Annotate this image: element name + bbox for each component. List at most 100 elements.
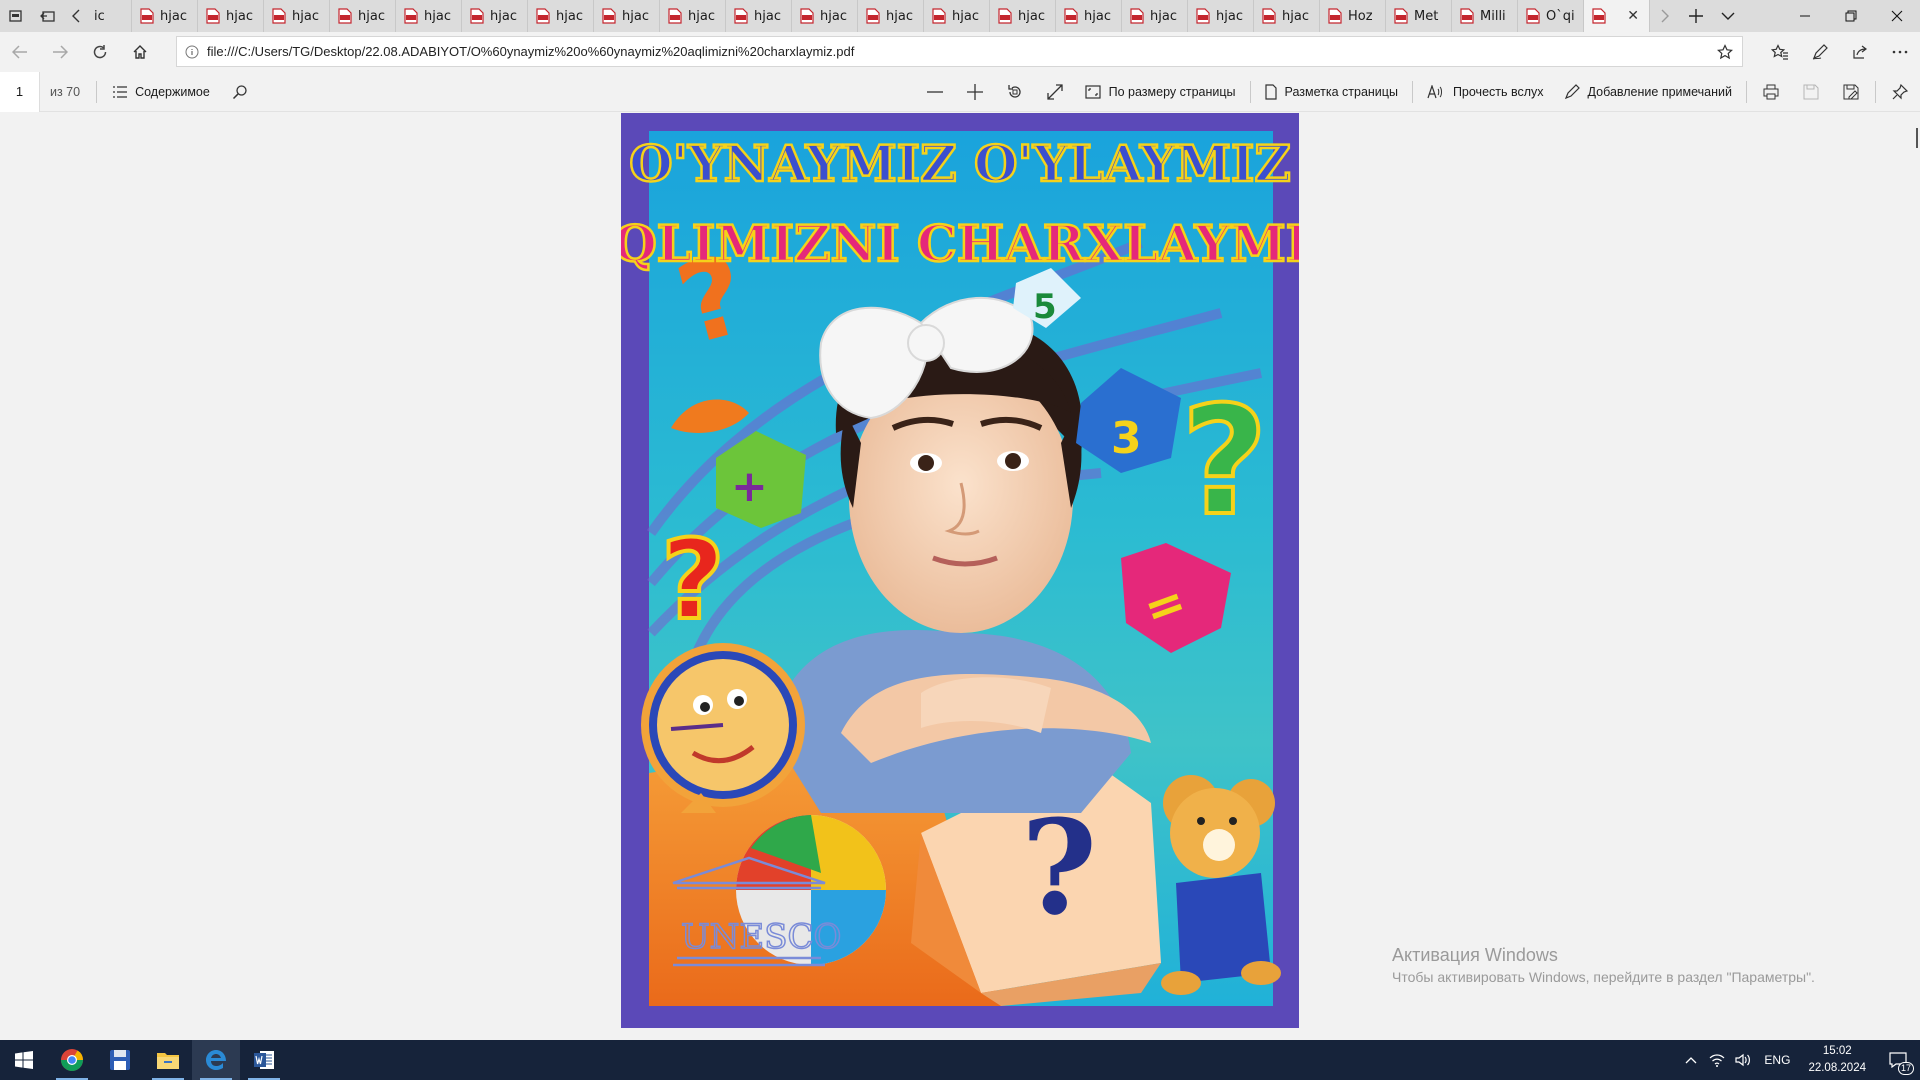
pdf-icon [800,8,814,24]
scrollbar-thumb[interactable] [1916,128,1918,148]
zoom-in-icon[interactable] [955,72,995,112]
tab[interactable]: Met [1386,0,1452,32]
fit-page-label: По размеру страницы [1108,85,1236,99]
tab[interactable]: hjac [132,0,198,32]
more-menu-icon[interactable] [1880,32,1920,72]
pdf-icon [206,8,220,24]
contents-list-icon [113,85,128,98]
minimize-icon[interactable] [1782,0,1828,32]
language-indicator[interactable]: ENG [1756,1053,1798,1067]
set-aside-tabs-icon[interactable] [0,0,32,32]
search-icon[interactable] [220,72,260,112]
windows-activation-watermark: Активация Windows Чтобы активировать Win… [1392,945,1815,985]
back-icon[interactable] [0,32,40,72]
close-window-icon[interactable] [1874,0,1920,32]
refresh-icon[interactable] [80,32,120,72]
tab[interactable]: hjac [726,0,792,32]
print-icon[interactable] [1751,72,1791,112]
tab[interactable]: hjac [660,0,726,32]
pin-toolbar-icon[interactable] [1880,72,1920,112]
url-field[interactable]: file:///C:/Users/TG/Desktop/22.08.ADABIY… [176,36,1743,67]
tab[interactable]: hjac [330,0,396,32]
tab-label: Met [1414,8,1439,24]
tab[interactable]: hjac [1122,0,1188,32]
tab-label: hjac [952,8,979,24]
favorites-hub-icon[interactable] [1760,32,1800,72]
share-icon[interactable] [1840,32,1880,72]
tab[interactable]: hjac [924,0,990,32]
tab[interactable]: O`qi [1518,0,1584,32]
save-as-icon[interactable] [1831,72,1871,112]
action-center-icon[interactable]: 17 [1876,1040,1920,1080]
tab-label: hjac [1150,8,1177,24]
read-aloud-icon [1427,85,1442,99]
tab[interactable]: hjac [462,0,528,32]
page-number-input[interactable]: 1 [0,71,40,112]
word-icon[interactable] [240,1040,288,1080]
favorite-star-icon[interactable] [1708,43,1742,60]
tab[interactable]: Hoz [1320,0,1386,32]
restore-icon[interactable] [1828,0,1874,32]
tab-scroll-right-icon[interactable] [1650,0,1680,32]
web-note-pen-icon[interactable] [1800,32,1840,72]
tab-label: hjac [754,8,781,24]
close-tab-icon[interactable]: ✕ [1627,8,1639,24]
pdf-icon [668,8,682,24]
rotate-icon[interactable] [995,72,1035,112]
chevron-up-icon[interactable] [1678,1040,1704,1080]
pdf-viewport[interactable]: ? UNESCO ? ? ? 5 3 + = O'YNAYMIZ O'YLAYM… [0,113,1920,1040]
add-notes-button[interactable]: Добавление примечаний [1554,72,1742,112]
contents-label: Содержимое [135,84,210,99]
start-icon[interactable] [0,1040,48,1080]
fit-to-page-button[interactable]: По размеру страницы [1075,72,1246,112]
pdf-icon [1526,8,1540,24]
site-info-icon[interactable] [177,45,207,59]
tab-scroll-left-icon[interactable] [64,0,88,32]
save-icon[interactable] [1791,72,1831,112]
page-layout-label: Разметка страницы [1284,85,1398,99]
pdf-icon [470,8,484,24]
tab[interactable]: hjac [528,0,594,32]
divider [1746,81,1747,103]
zoom-out-icon[interactable] [915,72,955,112]
tab[interactable]: hjac [396,0,462,32]
new-tab-icon[interactable] [1680,0,1712,32]
tab[interactable]: hjac [1254,0,1320,32]
tab-label: hjac [1282,8,1309,24]
tab[interactable]: hjac [264,0,330,32]
tab[interactable]: ic [88,0,132,32]
home-icon[interactable] [120,32,160,72]
tab[interactable]: hjac [990,0,1056,32]
tab[interactable]: hjac [858,0,924,32]
tab[interactable]: hjac [1188,0,1254,32]
tab[interactable]: hjac [792,0,858,32]
tab-label: hjac [1216,8,1243,24]
read-aloud-label: Прочесть вслух [1452,85,1544,99]
clock[interactable]: 15:02 22.08.2024 [1798,1043,1876,1077]
tab[interactable]: hjac [1056,0,1122,32]
edge-icon[interactable] [192,1040,240,1080]
contents-button[interactable]: Содержимое [103,72,220,112]
tab[interactable]: Milli [1452,0,1518,32]
save-app-icon[interactable] [96,1040,144,1080]
url-text[interactable]: file:///C:/Users/TG/Desktop/22.08.ADABIY… [207,44,1708,59]
volume-icon[interactable] [1730,1040,1756,1080]
chrome-icon[interactable] [48,1040,96,1080]
cover-title-line1: O'YNAYMIZ O'YLAYMIZ [629,134,1291,193]
file-explorer-icon[interactable] [144,1040,192,1080]
svg-text:3: 3 [1111,413,1142,464]
tab-label: hjac [688,8,715,24]
pdf-icon [338,8,352,24]
pdf-icon [734,8,748,24]
read-aloud-button[interactable]: Прочесть вслух [1417,72,1554,112]
tab[interactable]: hjac [198,0,264,32]
network-icon[interactable] [1704,1040,1730,1080]
fullscreen-icon[interactable] [1035,72,1075,112]
page-layout-button[interactable]: Разметка страницы [1255,72,1408,112]
show-set-aside-tabs-icon[interactable] [32,0,64,32]
forward-icon[interactable] [40,32,80,72]
tab[interactable]: hjac [594,0,660,32]
cover-title-line2: AQLIMIZNI CHARXLAYMIZ [621,214,1299,273]
tab-preview-chevron-icon[interactable] [1712,0,1744,32]
tab-active[interactable]: ✕ [1584,0,1650,32]
